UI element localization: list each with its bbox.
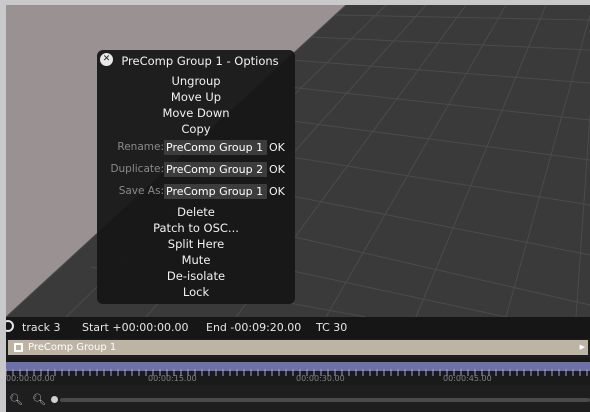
menu-item-de-isolate[interactable]: De-isolate (97, 269, 295, 284)
menu-item-patch-to-osc[interactable]: Patch to OSC... (97, 221, 295, 236)
save-as-label: Save As: (118, 185, 164, 197)
duplicate-label: Duplicate: (110, 163, 164, 175)
menu-item-ungroup[interactable]: Ungroup (97, 74, 295, 89)
track-header: track 3 Start +00:00:00.00 End -00:09:20… (6, 317, 590, 339)
duplicate-input[interactable]: PreComp Group 2 (164, 162, 267, 177)
rename-input[interactable]: PreComp Group 1 (164, 140, 267, 155)
ruler-timecode: 00:00:45.00 (443, 374, 492, 383)
track-start: Start +00:00:00.00 (82, 321, 189, 334)
app-window: ✕ PreComp Group 1 - Options Ungroup Move… (6, 5, 590, 412)
track-tc: TC 30 (316, 321, 348, 334)
group-icon (14, 343, 23, 352)
3d-viewport[interactable]: ✕ PreComp Group 1 - Options Ungroup Move… (6, 5, 590, 317)
zoom-bar: 🔍︎ 🔍︎ (6, 387, 590, 412)
popup-title: PreComp Group 1 - Options (121, 54, 279, 68)
menu-item-delete[interactable]: Delete (97, 205, 295, 220)
timeline-ruler[interactable]: 00:00:00.00 00:00:15.00 00:00:30.00 00:0… (6, 358, 590, 385)
ruler-timecode: 00:00:30.00 (296, 374, 345, 383)
zoom-in-icon[interactable]: 🔍︎ (32, 393, 46, 406)
rename-ok-button[interactable]: OK (269, 140, 285, 155)
rename-label: Rename: (117, 141, 164, 153)
zoom-slider-handle[interactable] (51, 396, 58, 403)
menu-item-split-here[interactable]: Split Here (97, 237, 295, 252)
zoom-out-icon[interactable]: 🔍︎ (9, 393, 23, 406)
menu-item-move-up[interactable]: Move Up (97, 90, 295, 105)
duplicate-ok-button[interactable]: OK (269, 162, 285, 177)
save-as-input[interactable]: PreComp Group 1 (164, 184, 267, 199)
viewport-scene (6, 5, 590, 317)
track-toggle-icon[interactable] (6, 320, 14, 332)
menu-item-move-down[interactable]: Move Down (97, 106, 295, 121)
menu-item-mute[interactable]: Mute (97, 253, 295, 268)
menu-item-lock[interactable]: Lock (97, 285, 295, 300)
track-end: End -00:09:20.00 (206, 321, 302, 334)
zoom-slider[interactable] (60, 398, 590, 402)
save-as-row: Save As: PreComp Group 1 OK (97, 183, 295, 200)
menu-item-copy[interactable]: Copy (97, 122, 295, 137)
precomp-group-bar[interactable]: PreComp Group 1 ▶ (8, 340, 588, 355)
options-popup: ✕ PreComp Group 1 - Options Ungroup Move… (97, 50, 295, 304)
track-name[interactable]: track 3 (22, 321, 61, 334)
group-label: PreComp Group 1 (28, 342, 117, 353)
chevron-right-icon[interactable]: ▶ (580, 340, 585, 355)
rename-row: Rename: PreComp Group 1 OK (97, 139, 295, 156)
save-as-ok-button[interactable]: OK (269, 184, 285, 199)
ruler-timecode: 00:00:15.00 (148, 374, 197, 383)
ruler-band (6, 362, 590, 376)
duplicate-row: Duplicate: PreComp Group 2 OK (97, 161, 295, 178)
ruler-timecode: 00:00:00.00 (6, 374, 55, 383)
